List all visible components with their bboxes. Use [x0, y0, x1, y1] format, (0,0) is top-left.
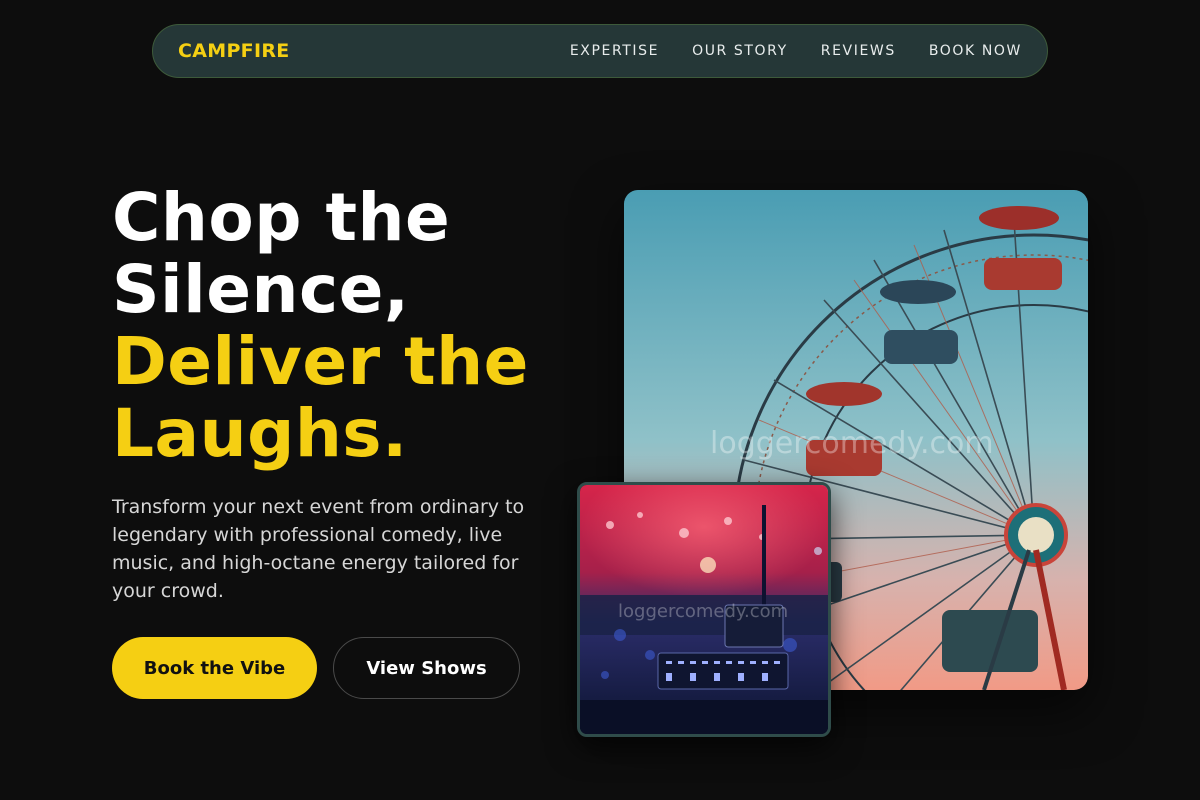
headline-line-2: Silence, [112, 251, 410, 328]
top-nav: CAMPFIRE EXPERTISE OUR STORY REVIEWS BOO… [152, 24, 1048, 78]
nav-links: EXPERTISE OUR STORY REVIEWS BOOK NOW [570, 43, 1022, 59]
nav-link-expertise[interactable]: EXPERTISE [570, 43, 659, 59]
headline-line-1: Chop the [112, 179, 451, 256]
hero-subtext: Transform your next event from ordinary … [112, 496, 525, 602]
watermark-main: loggercomedy.com [710, 426, 994, 461]
nav-link-book-now[interactable]: BOOK NOW [929, 43, 1022, 59]
headline-line-3: Deliver the [112, 323, 529, 400]
nav-link-reviews[interactable]: REVIEWS [821, 43, 896, 59]
watermark-small: loggercomedy.com [618, 601, 789, 622]
brand-logo[interactable]: CAMPFIRE [178, 40, 290, 62]
concert-stage-image: loggercomedy.com [577, 482, 831, 737]
hero-headline: Chop the Silence, Deliver the Laughs. [112, 182, 529, 470]
book-the-vibe-button[interactable]: Book the Vibe [112, 637, 317, 699]
headline-line-4: Laughs. [112, 395, 408, 472]
view-shows-button[interactable]: View Shows [333, 637, 520, 699]
nav-link-our-story[interactable]: OUR STORY [692, 43, 788, 59]
